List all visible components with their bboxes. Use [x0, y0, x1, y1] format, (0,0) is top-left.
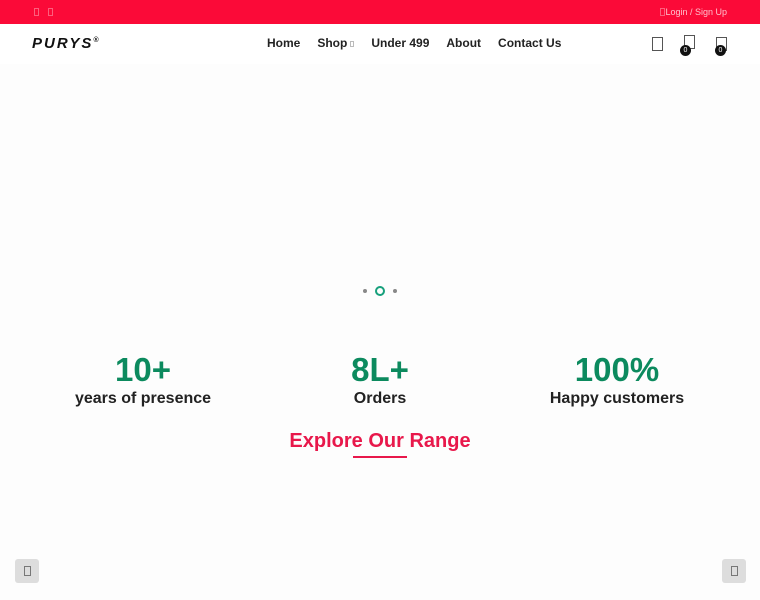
heading-underline	[353, 456, 407, 458]
logo[interactable]: PURYS®	[32, 35, 101, 52]
instagram-icon[interactable]	[48, 8, 53, 16]
stat-label: Happy customers	[549, 390, 685, 407]
chevron-down-icon	[350, 41, 355, 47]
carousel-next-button[interactable]	[722, 559, 746, 583]
nav-under-499[interactable]: Under 499	[371, 36, 429, 50]
main-nav: Home Shop Under 499 About Contact Us	[267, 36, 561, 50]
slider-dot-3[interactable]	[393, 289, 397, 293]
logo-text: PURYS	[32, 35, 94, 52]
stat-customers: 100% Happy customers	[497, 350, 737, 408]
stat-value: 100%	[574, 351, 660, 388]
nav-shop[interactable]: Shop	[317, 36, 355, 50]
nav-home[interactable]: Home	[267, 36, 300, 50]
facebook-icon[interactable]	[34, 8, 39, 16]
stat-orders: 8L+ Orders	[260, 350, 500, 408]
slider-dots	[363, 286, 397, 296]
top-bar: Login / Sign Up	[0, 0, 760, 24]
stat-years: 10+ years of presence	[23, 350, 263, 408]
stat-label: years of presence	[74, 390, 212, 407]
stat-value: 10+	[115, 351, 171, 388]
cart-count-badge: 0	[715, 45, 726, 56]
user-icon	[660, 8, 665, 16]
arrow-right-icon	[730, 566, 738, 576]
nav-about[interactable]: About	[446, 36, 481, 50]
nav-shop-label: Shop	[317, 36, 348, 50]
arrow-left-icon	[23, 566, 31, 576]
slider-dot-2[interactable]	[375, 286, 385, 296]
login-signup-link[interactable]: Login / Sign Up	[665, 7, 727, 17]
wishlist-count-badge: 0	[680, 45, 691, 56]
search-icon[interactable]	[652, 37, 663, 51]
stat-label: Orders	[353, 390, 407, 407]
carousel-prev-button[interactable]	[15, 559, 39, 583]
slider-dot-1[interactable]	[363, 289, 367, 293]
section-heading: Explore Our Range	[289, 430, 471, 452]
nav-contact[interactable]: Contact Us	[498, 36, 561, 50]
stat-value: 8L+	[351, 351, 409, 388]
